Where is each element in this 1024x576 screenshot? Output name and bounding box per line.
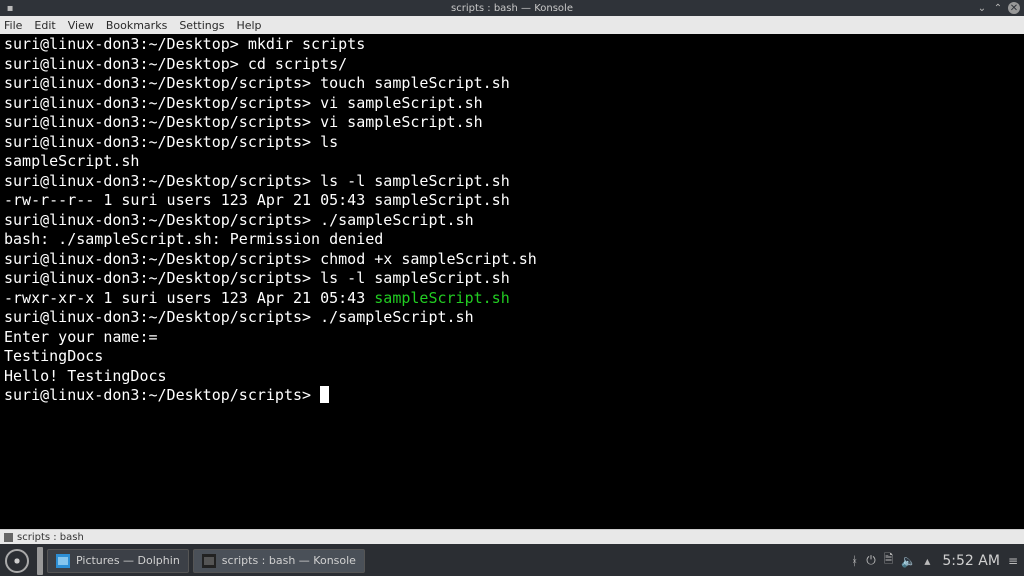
- bluetooth-icon[interactable]: ᚼ: [851, 554, 858, 568]
- shell-output: Hello! TestingDocs: [4, 367, 167, 385]
- shell-command: ls -l sampleScript.sh: [320, 172, 510, 190]
- shell-output: -rw-r--r-- 1 suri users 123 Apr 21 05:43…: [4, 191, 510, 209]
- clock[interactable]: 5:52 AM: [942, 553, 1000, 569]
- terminal-line: suri@linux-don3:~/Desktop/scripts> touch…: [4, 74, 1020, 94]
- terminal-output[interactable]: suri@linux-don3:~/Desktop> mkdir scripts…: [0, 34, 1024, 529]
- taskbar-app-icon: [202, 554, 216, 568]
- taskbar-entry[interactable]: Pictures — Dolphin: [47, 549, 189, 573]
- shell-output: -rwxr-xr-x 1 suri users 123 Apr 21 05:43: [4, 289, 374, 307]
- application-launcher[interactable]: [0, 544, 33, 576]
- menu-settings[interactable]: Settings: [179, 19, 224, 32]
- shell-command: mkdir scripts: [248, 35, 365, 53]
- shell-command: ./sampleScript.sh: [320, 211, 474, 229]
- konsole-tabbar: scripts : bash: [0, 529, 1024, 544]
- tray-more-icon[interactable]: ▴: [924, 554, 930, 568]
- menu-help[interactable]: Help: [236, 19, 261, 32]
- system-tray: ᚼ ⏻ 🗎 🔈 ▴ 5:52 AM ≡: [851, 550, 1024, 571]
- shell-prompt: suri@linux-don3:~/Desktop/scripts>: [4, 386, 311, 404]
- shell-command: chmod +x sampleScript.sh: [320, 250, 537, 268]
- shell-prompt: suri@linux-don3:~/Desktop/scripts>: [4, 74, 311, 92]
- menu-file[interactable]: File: [4, 19, 22, 32]
- shell-prompt: suri@linux-don3:~/Desktop/scripts>: [4, 113, 311, 131]
- terminal-line: suri@linux-don3:~/Desktop/scripts> ./sam…: [4, 308, 1020, 328]
- terminal-line: suri@linux-don3:~/Desktop/scripts> ls: [4, 133, 1020, 153]
- terminal-line: -rw-r--r-- 1 suri users 123 Apr 21 05:43…: [4, 191, 1020, 211]
- terminal-line: suri@linux-don3:~/Desktop> cd scripts/: [4, 55, 1020, 75]
- shell-prompt: suri@linux-don3:~/Desktop/scripts>: [4, 94, 311, 112]
- terminal-line: suri@linux-don3:~/Desktop/scripts> ls -l…: [4, 269, 1020, 289]
- terminal-line: suri@linux-don3:~/Desktop/scripts> chmod…: [4, 250, 1020, 270]
- desktop-panel: Pictures — Dolphin scripts : bash — Konso…: [0, 544, 1024, 576]
- shell-prompt: suri@linux-don3:~/Desktop/scripts>: [4, 308, 311, 326]
- terminal-line: sampleScript.sh: [4, 152, 1020, 172]
- clipboard-icon[interactable]: 🗎: [884, 550, 894, 571]
- terminal-line: bash: ./sampleScript.sh: Permission deni…: [4, 230, 1020, 250]
- terminal-line: -rwxr-xr-x 1 suri users 123 Apr 21 05:43…: [4, 289, 1020, 309]
- launcher-icon: [5, 549, 29, 573]
- shell-command: ./sampleScript.sh: [320, 308, 474, 326]
- taskbar-label: Pictures — Dolphin: [76, 554, 180, 567]
- shell-prompt: suri@linux-don3:~/Desktop/scripts>: [4, 133, 311, 151]
- shell-output: sampleScript.sh: [4, 152, 139, 170]
- executable-file: sampleScript.sh: [374, 289, 509, 307]
- terminal-line: TestingDocs: [4, 347, 1020, 367]
- shell-prompt: suri@linux-don3:~/Desktop/scripts>: [4, 269, 311, 287]
- notifications-icon[interactable]: ≡: [1008, 554, 1018, 568]
- terminal-line: suri@linux-don3:~/Desktop/scripts>: [4, 386, 1020, 406]
- window-titlebar: ▪ scripts : bash — Konsole ⌄ ⌃ ✕: [0, 0, 1024, 16]
- terminal-line: Hello! TestingDocs: [4, 367, 1020, 387]
- window-title: scripts : bash — Konsole: [0, 3, 1024, 14]
- taskbar-label: scripts : bash — Konsole: [222, 554, 356, 567]
- menu-bar: File Edit View Bookmarks Settings Help: [0, 16, 1024, 34]
- shell-command: vi sampleScript.sh: [320, 94, 483, 112]
- shell-output: Enter your name:=: [4, 328, 158, 346]
- window-app-icon: ▪: [4, 2, 16, 14]
- taskbar-entry[interactable]: scripts : bash — Konsole: [193, 549, 365, 573]
- konsole-tab[interactable]: scripts : bash: [17, 532, 84, 543]
- shell-command: ls: [320, 133, 338, 151]
- terminal-line: suri@linux-don3:~/Desktop/scripts> ls -l…: [4, 172, 1020, 192]
- terminal-line: suri@linux-don3:~/Desktop> mkdir scripts: [4, 35, 1020, 55]
- minimize-button[interactable]: ⌄: [976, 2, 988, 14]
- shell-prompt: suri@linux-don3:~/Desktop>: [4, 35, 239, 53]
- tab-icon: [4, 533, 13, 542]
- maximize-button[interactable]: ⌃: [992, 2, 1004, 14]
- menu-bookmarks[interactable]: Bookmarks: [106, 19, 167, 32]
- close-button[interactable]: ✕: [1008, 2, 1020, 14]
- volume-icon[interactable]: 🔈: [901, 554, 916, 568]
- terminal-line: suri@linux-don3:~/Desktop/scripts> vi sa…: [4, 94, 1020, 114]
- shell-command: cd scripts/: [248, 55, 347, 73]
- cursor-block: [320, 386, 329, 403]
- shell-prompt: suri@linux-don3:~/Desktop>: [4, 55, 239, 73]
- terminal-line: suri@linux-don3:~/Desktop/scripts> ./sam…: [4, 211, 1020, 231]
- shell-prompt: suri@linux-don3:~/Desktop/scripts>: [4, 172, 311, 190]
- terminal-line: suri@linux-don3:~/Desktop/scripts> vi sa…: [4, 113, 1020, 133]
- taskbar-app-icon: [56, 554, 70, 568]
- menu-view[interactable]: View: [68, 19, 94, 32]
- menu-edit[interactable]: Edit: [34, 19, 55, 32]
- shell-output: TestingDocs: [4, 347, 103, 365]
- shell-command: ls -l sampleScript.sh: [320, 269, 510, 287]
- shell-output: bash: ./sampleScript.sh: Permission deni…: [4, 230, 383, 248]
- shell-command: vi sampleScript.sh: [320, 113, 483, 131]
- shell-command: touch sampleScript.sh: [320, 74, 510, 92]
- power-icon[interactable]: ⏻: [866, 553, 876, 568]
- shell-prompt: suri@linux-don3:~/Desktop/scripts>: [4, 211, 311, 229]
- terminal-line: Enter your name:=: [4, 328, 1020, 348]
- shell-prompt: suri@linux-don3:~/Desktop/scripts>: [4, 250, 311, 268]
- panel-separator: [37, 547, 43, 575]
